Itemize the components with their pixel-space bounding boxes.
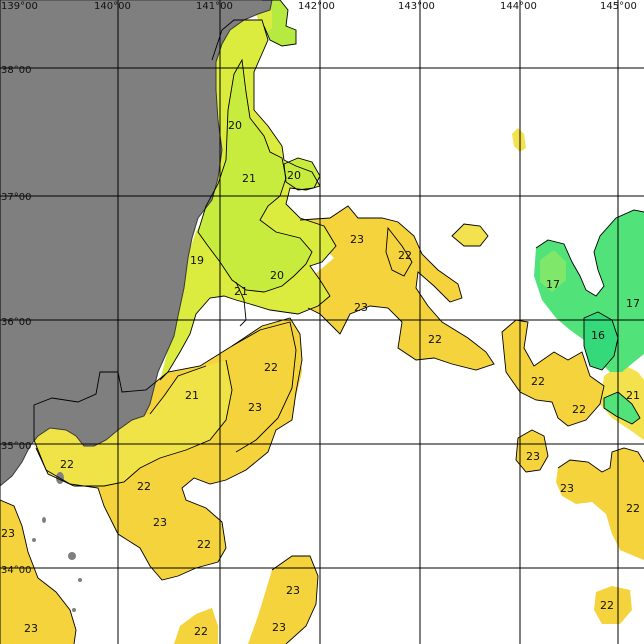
lon-label: 141°00 [196,1,233,12]
temp-label: 22 [428,333,442,346]
lat-label: 34°00 [1,565,31,576]
lat-label: 36°00 [1,317,31,328]
temp-label: 23 [350,233,364,246]
island [72,608,76,612]
temp-label: 22 [531,375,545,388]
temp-label: 23 [354,301,368,314]
temp-label: 23 [286,584,300,597]
lon-label: 139°00 [1,1,38,12]
temp-label: 20 [228,119,242,132]
lat-label: 35°00 [1,441,31,452]
temp-label: 23 [526,450,540,463]
temp-label: 23 [153,516,167,529]
lon-label: 144°00 [500,1,537,12]
island [42,517,46,523]
temp-label: 23 [1,527,15,540]
island [32,538,36,542]
temp-label: 22 [626,502,640,515]
temp-label: 23 [560,482,574,495]
temp-label: 22 [264,361,278,374]
temp-label: 21 [626,389,640,402]
lon-label: 142°00 [298,1,335,12]
temp-label: 16 [591,329,605,342]
temp-label: 20 [287,169,301,182]
temp-label: 17 [546,278,560,291]
temp-label: 17 [626,297,640,310]
temp-label: 23 [24,622,38,635]
temp-label: 22 [600,599,614,612]
lon-label: 140°00 [94,1,131,12]
temp-label: 22 [197,538,211,551]
lat-label: 37°00 [1,192,31,203]
temp-label: 22 [137,480,151,493]
temp-label: 23 [248,401,262,414]
lon-label: 145°00 [600,1,637,12]
temp-label: 22 [60,458,74,471]
lon-label: 143°00 [398,1,435,12]
temp-label: 22 [572,403,586,416]
temperature-labels-extra: 23 [24,622,38,635]
temp-label: 21 [242,172,256,185]
sea-surface-temperature-map: 139°00 140°00 141°00 142°00 143°00 144°0… [0,0,644,644]
temp-label: 20 [270,269,284,282]
temp-label: 21 [234,285,248,298]
island [78,578,82,582]
temp-label: 23 [272,621,286,634]
temp-label: 22 [194,625,208,638]
temp-label: 19 [190,254,204,267]
temp-label: 22 [398,249,412,262]
island [68,552,76,560]
lat-label: 38°00 [1,65,31,76]
temp-label: 21 [185,389,199,402]
